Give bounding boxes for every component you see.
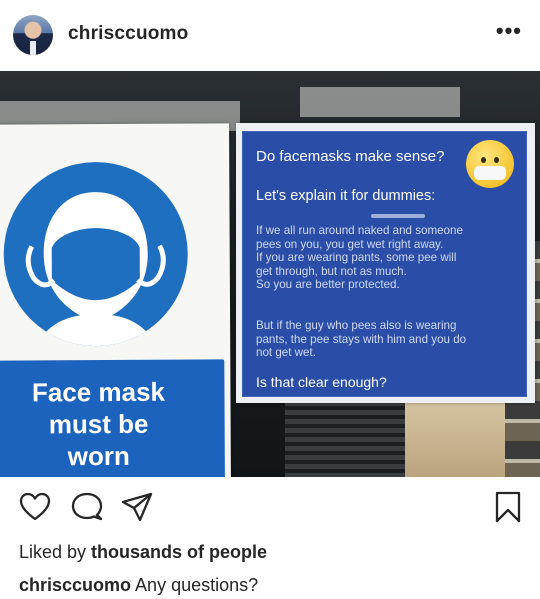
bookmark-icon[interactable] xyxy=(491,490,525,524)
sign-closing: Is that clear enough? xyxy=(256,374,387,390)
caption-username[interactable]: chrisccuomo xyxy=(19,575,131,595)
face-mask-sign-text: Face mask must be worn xyxy=(31,376,166,472)
post-caption: chrisccuomo Any questions? xyxy=(19,575,258,596)
post-actions xyxy=(0,490,540,530)
caption-text: Any questions? xyxy=(131,575,259,595)
masked-face-emoji-icon xyxy=(466,140,514,188)
face-mask-text-panel: Face mask must be worn xyxy=(0,359,225,477)
likes-who[interactable]: thousands of people xyxy=(91,542,267,562)
dummies-sign: Do facemasks make sense? Let's explain i… xyxy=(236,123,535,403)
comment-icon[interactable] xyxy=(70,490,104,524)
send-icon[interactable] xyxy=(120,490,154,524)
heart-icon[interactable] xyxy=(18,490,52,524)
sign-body-1: If we all run around naked and someone p… xyxy=(256,224,463,292)
face-mask-sign: Face mask must be worn xyxy=(0,123,231,477)
post-header: chrisccuomo ••• xyxy=(0,0,540,70)
avatar[interactable] xyxy=(13,15,53,55)
likes-summary[interactable]: Liked by thousands of people xyxy=(19,542,267,563)
sign-heading: Let's explain it for dummies: xyxy=(256,188,436,204)
post-photo[interactable]: Face mask must be worn Do facemasks make… xyxy=(0,71,540,477)
header-username[interactable]: chrisccuomo xyxy=(68,23,188,45)
sign-question: Do facemasks make sense? xyxy=(256,148,445,165)
dummies-note: Do facemasks make sense? Let's explain i… xyxy=(242,131,527,397)
likes-prefix: Liked by xyxy=(19,542,92,562)
face-mask-circle-icon xyxy=(3,161,189,347)
more-options-icon[interactable]: ••• xyxy=(496,18,522,44)
sign-body-2: But if the guy who pees also is wearing … xyxy=(256,319,467,360)
